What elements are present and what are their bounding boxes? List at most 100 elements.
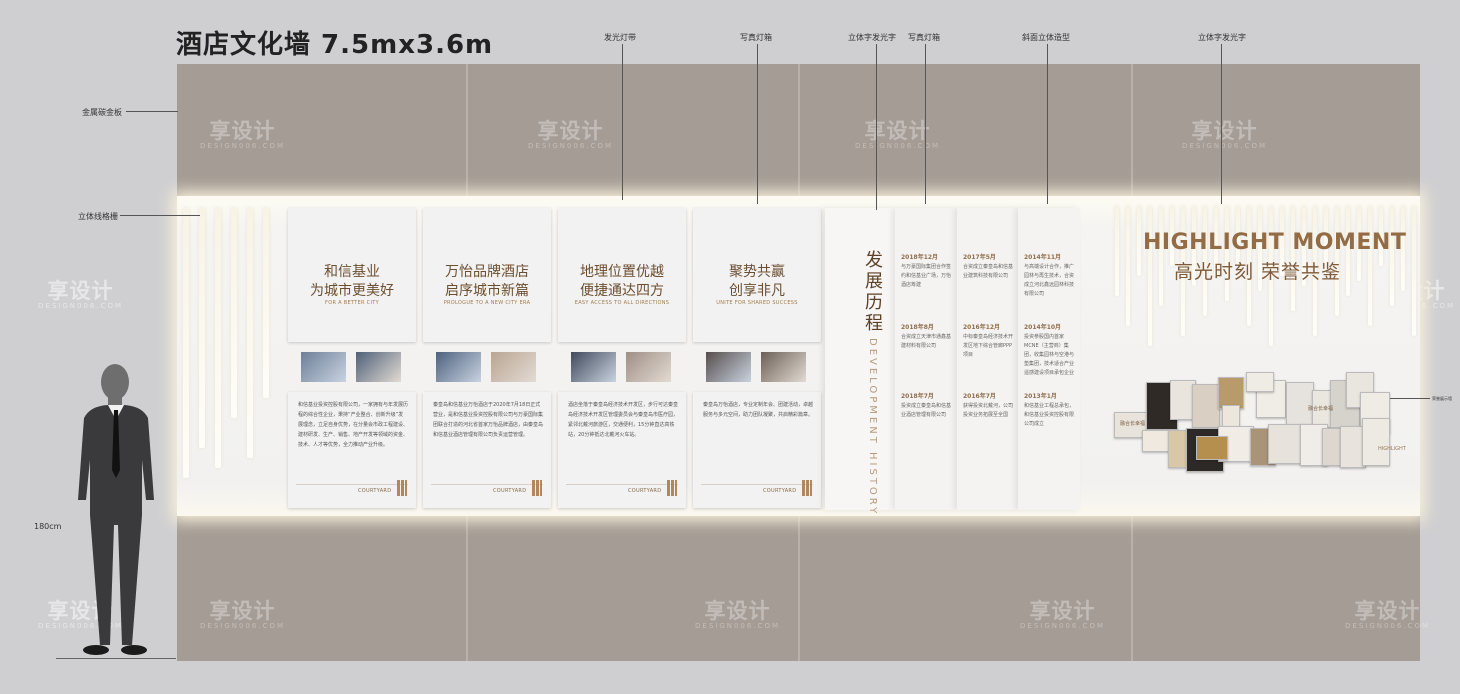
- logo-mark: [397, 480, 407, 496]
- callout-label: 立体字发光字: [1198, 33, 1246, 42]
- card-body-text: 酒店坐落于秦皇岛经济技术开发区，步行可达秦皇岛经济技术开发区管理委员会与秦皇岛市…: [568, 402, 678, 438]
- courtyard-logo: COURTYARD: [493, 488, 527, 494]
- timeline-text: 合资成立秦皇岛和信基业建筑科技有限公司: [963, 264, 1014, 279]
- card-body-text: 和信基业投资控股有限公司，一家拥有与年发展历程的综合性企业，秉持“产业整合、创新…: [298, 402, 408, 448]
- honor-plaque: [1222, 405, 1240, 427]
- card-divider: [566, 484, 678, 485]
- callout-label: 金属碳金板: [82, 108, 122, 117]
- timeline-date: 2014年11月: [1024, 254, 1062, 261]
- height-label: 180cm: [34, 522, 62, 531]
- timeline-column: 2018年12月 与万豪国际集团合作签约和信基业广场，万怡酒店筹建 2018年8月合…: [895, 208, 957, 510]
- callout-label: 写真灯箱: [908, 33, 940, 42]
- watermark: 享设计DESIGN006.COM: [200, 119, 286, 150]
- grille-slat: [1159, 206, 1163, 306]
- card-photo: [761, 352, 806, 382]
- courtyard-logo: COURTYARD: [628, 488, 662, 494]
- card-photo: [301, 352, 346, 382]
- callout-line: [757, 44, 758, 204]
- card-photo: [706, 352, 751, 382]
- watermark: 享设计DESIGN006.COM: [855, 119, 941, 150]
- timeline-date: 2016年7月: [963, 393, 996, 400]
- highlight-title-cn: 高光时刻 荣誉共鉴: [1174, 261, 1342, 283]
- page-title: 酒店文化墙 7.5mx3.6m: [176, 30, 494, 60]
- callout-line: [120, 215, 200, 216]
- card-photo: [436, 352, 481, 382]
- callout-line: [1390, 398, 1430, 399]
- timeline-column: 2014年11月 与高端设计合作，推广园林与再生技术，合资成立河北鑫远园林科技有限…: [1018, 208, 1080, 510]
- timeline-title-panel: 发展历程 DEVELOPMENT HISTORY: [825, 208, 895, 516]
- watermark: 享设计DESIGN006.COM: [528, 119, 614, 150]
- timeline-date: 2016年12月: [963, 324, 1001, 331]
- card-heading-line1: 和信基业: [324, 264, 380, 280]
- card-photo: [626, 352, 671, 382]
- timeline-text: 与万豪国际集团合作签约和信基业广场，万怡酒店筹建: [901, 264, 952, 288]
- card-divider: [431, 484, 543, 485]
- card-header-panel: 万怡品牌酒店 启序城市新篇 PROLOGUE TO A NEW CITY ERA: [423, 208, 551, 342]
- card-subtitle: EASY ACCESS TO ALL DIRECTIONS: [574, 300, 670, 306]
- grille-slat: [199, 208, 205, 448]
- timeline-title-en: DEVELOPMENT HISTORY: [867, 338, 878, 517]
- timeline-text: 获得投资北戴河，公司投资业务拓展至全国: [963, 403, 1014, 418]
- card-heading: 和信基业为城市更美好: [288, 263, 416, 301]
- card-photo: [571, 352, 616, 382]
- courtyard-logo: COURTYARD: [358, 488, 392, 494]
- card-body-text: 秦皇岛和信基业万怡酒店于2020年7月18日正式营业，是和信基业投资控股有限公司…: [433, 402, 543, 438]
- card-header-panel: 和信基业为城市更美好 FOR A BETTER CITY: [288, 208, 416, 342]
- timeline-text: 中标秦皇岛经济技术开发区地下综合管廊PPP项目: [963, 334, 1014, 358]
- card-photo: [356, 352, 401, 382]
- grille-slat: [1126, 206, 1130, 326]
- watermark: 享设计DESIGN006.COM: [1020, 599, 1106, 630]
- grille-slat: [1115, 206, 1119, 296]
- card-body-panel: 秦皇岛和信基业万怡酒店于2020年7月18日正式营业，是和信基业投资控股有限公司…: [423, 392, 551, 508]
- card-subtitle: PROLOGUE TO A NEW CITY ERA: [443, 300, 531, 306]
- card-subtitle: UNITE FOR SHARED SUCCESS: [716, 300, 798, 306]
- timeline-column: 2017年5月合资成立秦皇岛和信基业建筑科技有限公司 2016年12月中标秦皇岛经…: [957, 208, 1019, 510]
- timeline-text: 和信基业工程总承包，和信基业投资控股有限公司成立: [1024, 403, 1075, 427]
- card-header-panel: 地理位置优越 便捷通达四方 EASY ACCESS TO ALL DIRECTION…: [558, 208, 686, 342]
- courtyard-logo: COURTYARD: [763, 488, 797, 494]
- grille-slat: [1390, 206, 1394, 306]
- timeline-text: 投资成立秦皇岛和信基业酒店管理有限公司: [901, 403, 952, 418]
- card-body-panel: 酒店坐落于秦皇岛经济技术开发区，步行可达秦皇岛经济技术开发区管理委员会与秦皇岛市…: [558, 392, 686, 508]
- honor-plaque: [1246, 372, 1274, 392]
- timeline-text: 投资参股国内首家MCNE（主营商）集团，收集园林与空港与垫集团，技术适合产业遥感…: [1024, 334, 1075, 376]
- honor-plaque: [1196, 436, 1228, 460]
- honor-plaque: [1362, 418, 1390, 466]
- card-heading-line2: 便捷通达四方: [580, 283, 664, 299]
- timeline-date: 2013年1月: [1024, 393, 1057, 400]
- card-divider: [296, 484, 408, 485]
- watermark: 享设计DESIGN006.COM: [1182, 119, 1268, 150]
- callout-label: 写真灯箱: [740, 33, 772, 42]
- timeline-title: 发展历程: [865, 250, 883, 334]
- highlight-title-en: HIGHLIGHT MOMENT: [1143, 230, 1407, 255]
- callout-line: [1221, 44, 1222, 204]
- card-heading-line1: 万怡品牌酒店: [445, 264, 529, 280]
- logo-mark: [532, 480, 542, 496]
- plaque-label: 融合长幸福: [1308, 406, 1334, 412]
- card-heading-line2: 为城市更美好: [310, 283, 394, 299]
- card-divider: [701, 484, 813, 485]
- card-body-panel: 和信基业投资控股有限公司，一家拥有与年发展历程的综合性企业，秉持“产业整合、创新…: [288, 392, 416, 508]
- callout-line: [1047, 44, 1048, 204]
- watermark: 享设计DESIGN006.COM: [200, 599, 286, 630]
- grille-slat: [1148, 206, 1152, 346]
- callout-label: 立体字发光字: [848, 33, 896, 42]
- card-subtitle: FOR A BETTER CITY: [325, 300, 379, 306]
- card-heading-line2: 启序城市新篇: [445, 283, 529, 299]
- timeline-date: 2018年8月: [901, 324, 934, 331]
- plaque-label: 融合长幸福: [1120, 421, 1146, 427]
- honor-plaque: [1192, 384, 1220, 428]
- card-heading: 地理位置优越 便捷通达四方: [558, 263, 686, 301]
- watermark: 享设计DESIGN006.COM: [695, 599, 781, 630]
- grille-slat: [215, 208, 221, 468]
- callout-line: [126, 111, 178, 112]
- card-body-text: 秦皇岛万怡酒店，专业定制年会、团建活动，卓越服务与多元空间，助力团队凝聚，共启精…: [703, 402, 813, 418]
- card-heading-line1: 地理位置优越: [580, 264, 664, 280]
- callout-line: [876, 44, 877, 210]
- grille-slat: [231, 208, 237, 418]
- card-heading: 聚势共赢 创享非凡: [693, 263, 821, 301]
- card-heading-line1: 聚势共赢: [729, 264, 785, 280]
- timeline-date: 2017年5月: [963, 254, 996, 261]
- logo-mark: [802, 480, 812, 496]
- callout-label: 立体线格栅: [78, 212, 118, 221]
